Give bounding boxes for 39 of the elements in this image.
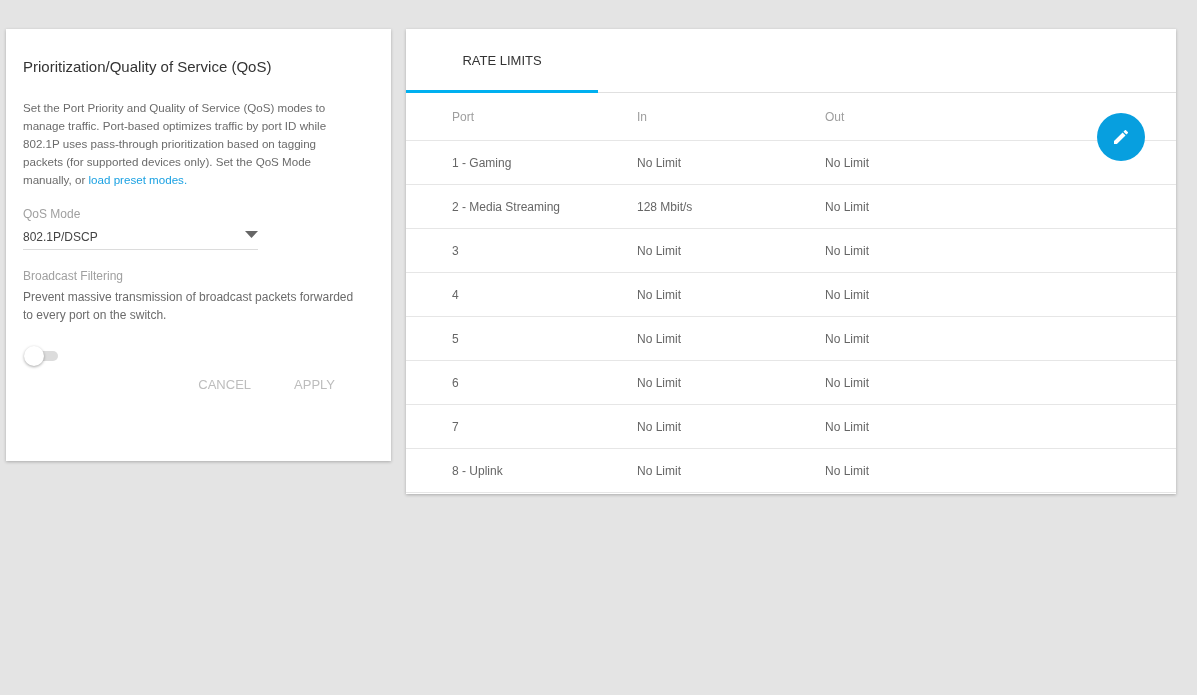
- field-label: QoS Mode: [23, 206, 81, 223]
- table-cell: No Limit: [637, 375, 681, 390]
- table-cell: No Limit: [825, 155, 869, 170]
- description-text: Set the Port Priority and Quality of Service (QoS) modes to manage traffic. Port-based optimizes traffic by port ID while 802.1P uses pass-through prioritization based on tagging packets (for supported devices only). Set the QoS Mode manually, or load preset modes.: [23, 100, 328, 188]
- table-cell: No Limit: [825, 375, 869, 390]
- table-cell: No Limit: [825, 419, 869, 434]
- table-cell: 3: [452, 243, 459, 258]
- table-cell: 7: [452, 419, 459, 434]
- table-cell: 4: [452, 287, 459, 302]
- table-cell: 128 Mbit/s: [637, 199, 693, 214]
- card-title: Prioritization/Quality of Service (QoS): [23, 57, 272, 77]
- tab[interactable]: RATE LIMITS: [406, 29, 598, 93]
- table-cell: No Limit: [637, 155, 681, 170]
- table-cell: No Limit: [637, 419, 681, 434]
- description-text: Prevent massive transmission of broadcast packets forwarded to every port on the switch.: [23, 289, 355, 324]
- toggle-switch[interactable]: [24, 346, 60, 366]
- table-cell: 6: [452, 375, 459, 390]
- table-cell: 5: [452, 331, 459, 346]
- column-header: Out: [825, 109, 845, 124]
- table-cell: No Limit: [637, 287, 681, 302]
- pencil-icon: [1114, 130, 1128, 144]
- table-cell: No Limit: [825, 463, 869, 478]
- table-cell: No Limit: [825, 331, 869, 346]
- table-cell: No Limit: [637, 243, 681, 258]
- table-cell: No Limit: [825, 243, 869, 258]
- column-header: Port: [452, 109, 474, 124]
- table-cell: No Limit: [825, 199, 869, 214]
- preset-modes-link[interactable]: load preset modes.: [88, 173, 188, 186]
- table-cell: 1 - Gaming: [452, 155, 512, 170]
- caret-icon: [245, 230, 258, 238]
- table-cell: 8 - Uplink: [452, 463, 503, 478]
- table-cell: No Limit: [637, 331, 681, 346]
- column-header: In: [637, 109, 647, 124]
- qos-mode-select[interactable]: 802.1P/DSCP: [23, 228, 258, 250]
- table-cell: No Limit: [825, 287, 869, 302]
- field-label: Broadcast Filtering: [23, 268, 124, 285]
- table-cell: No Limit: [637, 463, 681, 478]
- table-cell: 2 - Media Streaming: [452, 199, 561, 214]
- edit-button[interactable]: [1097, 113, 1145, 161]
